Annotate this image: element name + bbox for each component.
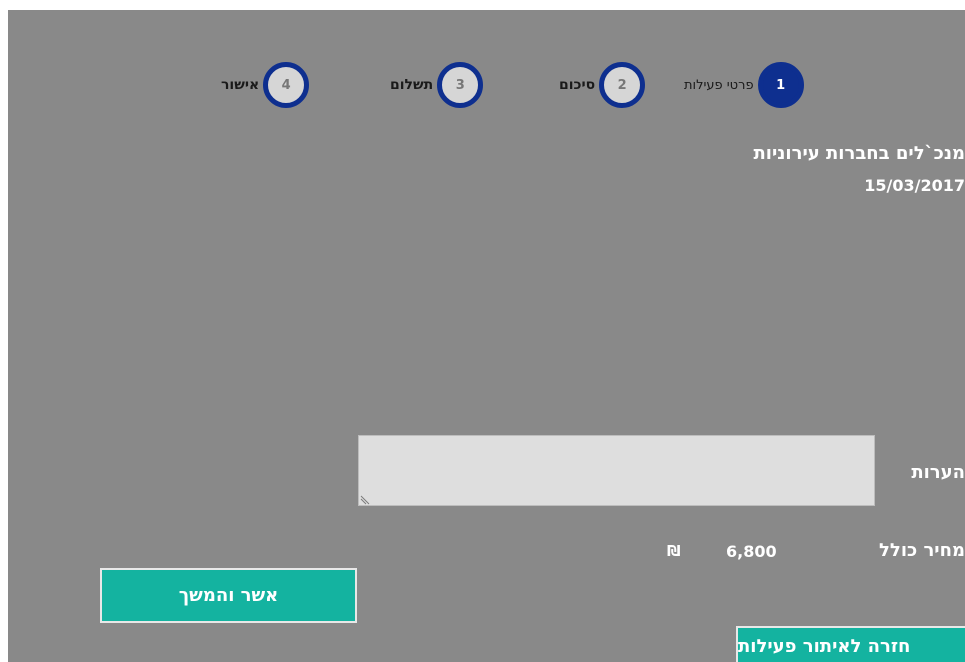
step-3-payment[interactable]: 3 תשלום — [390, 62, 484, 108]
total-price-label: מחיר כולל — [879, 540, 965, 561]
step-1-activity-details[interactable]: 1 פרטי פעילות — [684, 62, 804, 108]
back-to-search-button[interactable]: חזרה לאיתור פעילות — [736, 626, 965, 662]
step-number-3: 3 — [437, 62, 484, 108]
activity-title: מנכ`לים בחברות עירוניות — [753, 143, 965, 164]
total-price-value: 6,800 — [726, 542, 777, 561]
confirm-continue-button[interactable]: אשר והמשך — [100, 568, 357, 623]
step-number-4: 4 — [263, 62, 310, 108]
step-number-1: 1 — [757, 62, 804, 108]
activity-date: 15/03/2017 — [864, 176, 965, 195]
shekel-currency-icon: ₪ — [667, 542, 681, 560]
step-label-2: סיכום — [559, 77, 596, 93]
step-2-summary[interactable]: 2 סיכום — [559, 62, 646, 108]
step-number-2: 2 — [599, 62, 646, 108]
notes-label: הערות — [911, 462, 965, 483]
step-4-confirmation[interactable]: 4 אישור — [221, 62, 310, 108]
step-label-3: תשלום — [390, 77, 434, 93]
notes-textarea[interactable] — [358, 435, 875, 506]
step-label-4: אישור — [221, 77, 260, 93]
activity-details-panel: 1 פרטי פעילות 2 סיכום 3 תשלום 4 אישור מנ… — [8, 10, 965, 662]
step-label-1: פרטי פעילות — [684, 77, 754, 93]
resize-grip-icon[interactable] — [360, 495, 370, 505]
